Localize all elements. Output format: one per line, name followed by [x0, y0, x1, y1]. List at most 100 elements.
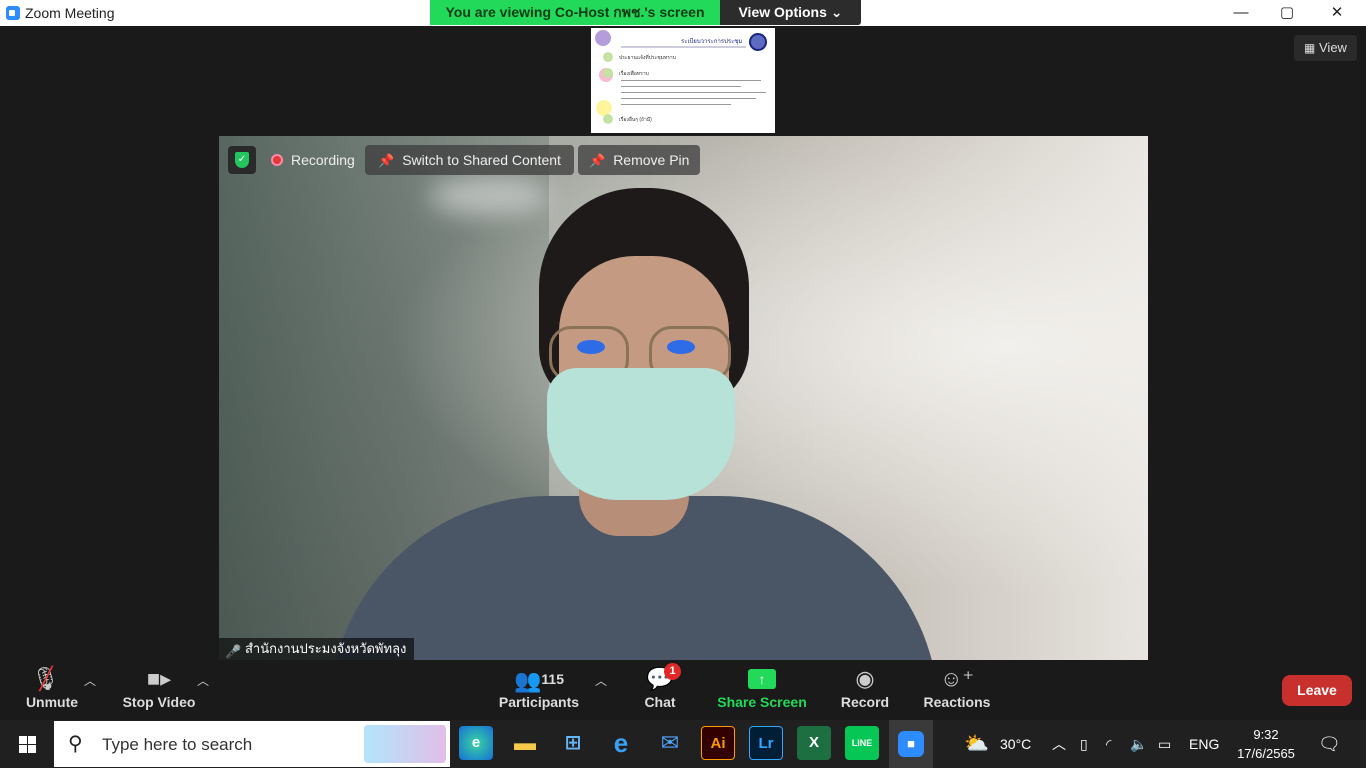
battery-icon[interactable]: ▭ — [1158, 720, 1171, 768]
windows-logo-icon — [28, 736, 36, 744]
pin-icon: 📌 — [589, 153, 606, 168]
security-shield-button[interactable]: ✓ — [228, 146, 256, 174]
meeting-toolbar: 🎙╱ Unmute ︿ ■▸ Stop Video ︿ 👥115 Partici… — [0, 660, 1366, 720]
participants-count: 115 — [541, 671, 564, 687]
unmute-button[interactable]: 🎙╱ Unmute — [22, 660, 82, 720]
store-icon[interactable]: ⊞ — [556, 726, 590, 760]
line-icon[interactable]: LINE — [845, 726, 879, 760]
participant-name-tag: 🎤 สำนักงานประมงจังหวัดพัทลุง — [219, 638, 415, 660]
stop-video-button[interactable]: ■▸ Stop Video — [120, 660, 198, 720]
viewing-status-text: You are viewing Co-Host กพช.'s screen — [430, 0, 720, 25]
taskbar-clock[interactable]: 9:32 17/6/2565 — [1226, 725, 1306, 763]
clock-date: 17/6/2565 — [1237, 746, 1295, 761]
grid-icon: ▦ — [1304, 41, 1316, 55]
internet-explorer-icon[interactable]: e — [604, 726, 638, 760]
windows-logo-icon — [19, 736, 27, 744]
leave-button[interactable]: Leave — [1282, 675, 1352, 706]
view-button[interactable]: ▦ View — [1294, 35, 1357, 61]
viewing-banner: You are viewing Co-Host กพช.'s screen Vi… — [430, 0, 861, 25]
windows-logo-icon — [28, 745, 36, 753]
volume-icon[interactable]: 🔈 — [1130, 720, 1147, 768]
file-explorer-icon[interactable]: ▬ — [508, 726, 542, 760]
slide-heading: ระเบียบวาระการประชุม — [681, 39, 743, 45]
wifi-icon[interactable]: ◜ — [1106, 720, 1111, 768]
zoom-taskbar-icon[interactable]: ■ — [889, 720, 933, 768]
windows-logo-icon — [19, 745, 27, 753]
edge-icon[interactable]: e — [459, 726, 493, 760]
slide-text-line — [621, 104, 731, 105]
participants-label: Participants — [498, 694, 580, 710]
recording-dot-icon — [271, 154, 283, 166]
share-screen-icon: ↑ — [717, 660, 807, 694]
muted-mic-icon: 🎤 — [225, 644, 242, 659]
search-highlight-art — [364, 725, 446, 763]
record-icon: ◉ — [855, 666, 875, 691]
notifications-icon[interactable]: 🗨 — [1318, 720, 1341, 768]
muted-mic-icon: 🎙╱ — [31, 666, 60, 691]
close-button[interactable]: ✕ — [1314, 0, 1360, 26]
participant-name: สำนักงานประมงจังหวัดพัทลุง — [245, 641, 407, 656]
windows-taskbar: ⚲ Type here to search e ▬ ⊞ e ✉ Ai Lr X … — [0, 720, 1366, 768]
record-label: Record — [840, 694, 890, 710]
slide-text-line — [621, 80, 761, 81]
maximize-button[interactable]: ▢ — [1264, 0, 1310, 26]
view-options-button[interactable]: View Options ⌄ — [720, 0, 861, 25]
view-label: View — [1319, 40, 1347, 55]
smiley-plus-icon: ☺⁺ — [939, 666, 975, 691]
participants-button[interactable]: 👥115 Participants — [498, 660, 580, 720]
chat-label: Chat — [644, 694, 676, 710]
participants-caret-icon[interactable]: ︿ — [595, 672, 607, 689]
slide-text-line — [621, 98, 756, 99]
active-speaker-video[interactable]: ✓ Recording 📌 Switch to Shared Content 📌 R… — [219, 136, 1148, 660]
weather-icon[interactable]: ⛅ — [964, 720, 989, 768]
reactions-button[interactable]: ☺⁺ Reactions — [921, 660, 993, 720]
switch-label: Switch to Shared Content — [402, 152, 561, 168]
window-title: Zoom Meeting — [25, 5, 115, 21]
search-icon: ⚲ — [68, 733, 83, 755]
slide-bullet — [603, 114, 613, 124]
remove-pin-button[interactable]: 📌 Remove Pin — [578, 145, 701, 175]
slide-item: เรื่องเพื่อทราบ — [619, 71, 649, 77]
lightroom-icon[interactable]: Lr — [749, 726, 783, 760]
recording-indicator[interactable]: Recording — [267, 145, 359, 175]
pin-icon: 📌 — [378, 153, 395, 168]
video-camera-icon: ■▸ — [146, 666, 172, 691]
video-options-caret-icon[interactable]: ︿ — [197, 672, 209, 689]
shield-check-icon: ✓ — [235, 152, 249, 168]
chat-unread-badge: 1 — [664, 663, 681, 680]
show-hidden-icons-icon[interactable]: ︿ — [1052, 720, 1066, 768]
share-screen-label: Share Screen — [717, 694, 807, 710]
participants-icon: 👥115 — [514, 668, 564, 693]
mail-icon[interactable]: ✉ — [653, 726, 687, 760]
record-button[interactable]: ◉ Record — [835, 660, 895, 720]
unmute-label: Unmute — [25, 694, 79, 710]
audio-options-caret-icon[interactable]: ︿ — [84, 672, 96, 689]
windows-start-button[interactable] — [0, 720, 54, 768]
decoration-flower — [595, 30, 611, 46]
input-language[interactable]: ENG — [1189, 720, 1219, 768]
slide-text-line — [621, 92, 766, 93]
remove-pin-label: Remove Pin — [613, 152, 690, 168]
recording-label: Recording — [291, 152, 355, 168]
device-icon[interactable]: ▯ — [1080, 720, 1088, 768]
reactions-label: Reactions — [923, 694, 991, 710]
share-screen-button[interactable]: ↑ Share Screen — [717, 660, 807, 720]
chat-button[interactable]: 💬 Chat 1 — [630, 660, 690, 720]
participant-face-mask — [547, 368, 735, 500]
slide-text-line — [621, 86, 741, 87]
slide-bullet — [603, 68, 613, 78]
shared-content-thumbnail[interactable]: ระเบียบวาระการประชุม ประธานแจ้งที่ประชุม… — [591, 28, 775, 133]
search-placeholder: Type here to search — [102, 735, 253, 754]
temperature[interactable]: 30°C — [1000, 720, 1031, 768]
taskbar-search-box[interactable]: ⚲ Type here to search — [54, 721, 450, 767]
zoom-icon: ■ — [898, 731, 924, 757]
zoom-app-icon — [6, 6, 20, 20]
stop-video-label: Stop Video — [122, 694, 196, 710]
slide-bullet — [603, 52, 613, 62]
excel-icon[interactable]: X — [797, 726, 831, 760]
slide-underline — [621, 46, 746, 48]
illustrator-icon[interactable]: Ai — [701, 726, 735, 760]
minimize-button[interactable]: — — [1218, 0, 1264, 26]
switch-to-shared-content-button[interactable]: 📌 Switch to Shared Content — [365, 145, 574, 175]
clock-time: 9:32 — [1253, 727, 1279, 742]
